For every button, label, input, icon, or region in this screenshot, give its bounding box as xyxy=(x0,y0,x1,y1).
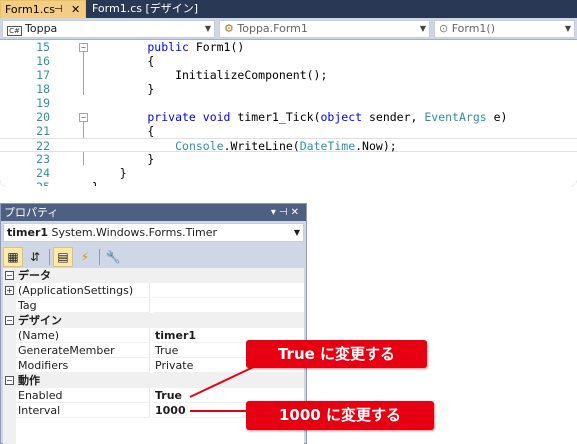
callout-connectors xyxy=(189,362,263,412)
connector-line-enabled xyxy=(189,362,263,398)
callout-interval-note: 1000 に変更する xyxy=(246,401,434,430)
callout-enabled-note: True に変更する xyxy=(246,340,427,368)
